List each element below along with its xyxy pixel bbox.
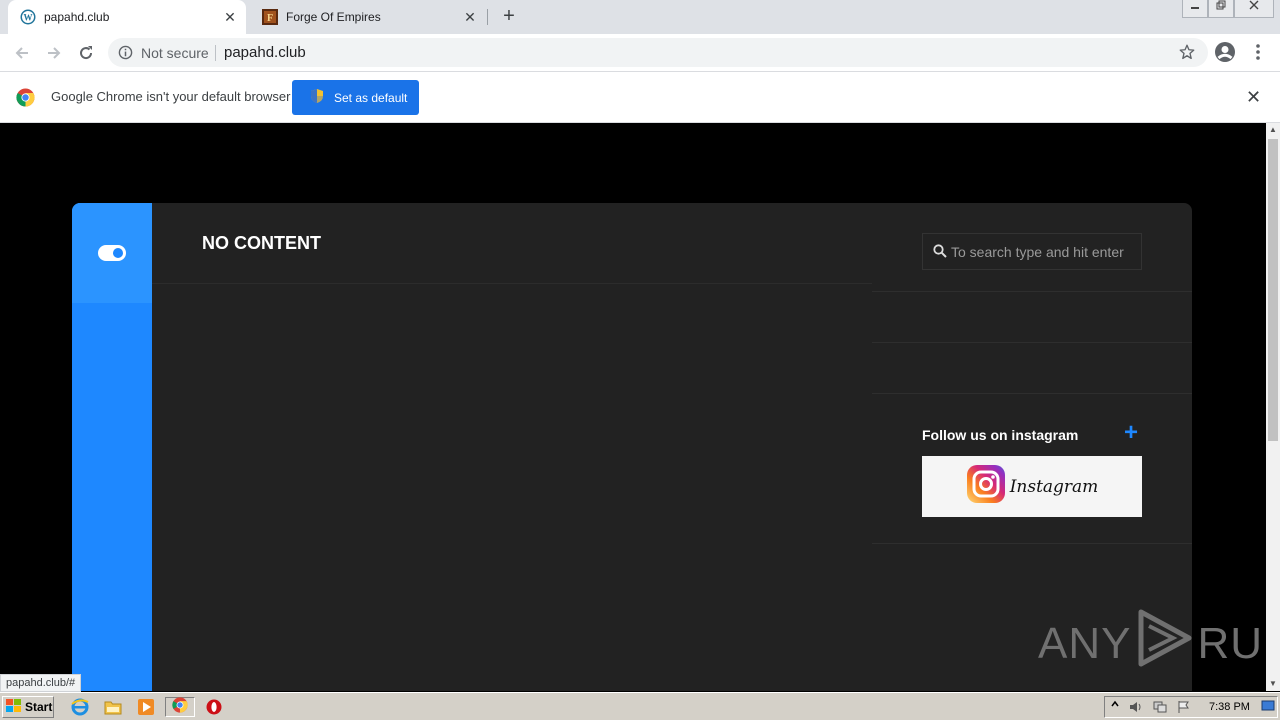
instagram-wordmark: Instagram bbox=[1009, 476, 1099, 497]
instagram-logo-icon bbox=[966, 464, 1006, 509]
back-button[interactable] bbox=[10, 41, 34, 65]
new-tab-button[interactable]: + bbox=[498, 5, 520, 27]
site-card: NO CONTENT Follow us on instagram + bbox=[72, 203, 1192, 691]
watermark-right: RUN bbox=[1197, 618, 1266, 668]
theme-toggle-area[interactable] bbox=[72, 203, 152, 303]
tab-close-icon[interactable]: ✕ bbox=[222, 9, 238, 25]
instagram-banner[interactable]: Instagram bbox=[922, 456, 1142, 517]
svg-text:W: W bbox=[24, 13, 33, 23]
scroll-down-arrow-icon[interactable]: ▼ bbox=[1266, 677, 1280, 691]
reload-button[interactable] bbox=[74, 41, 98, 65]
sidebar-divider bbox=[872, 543, 1192, 544]
omnibox-divider bbox=[215, 45, 216, 61]
start-button[interactable]: Start bbox=[2, 696, 54, 718]
windows-taskbar: Start 7:38 PM bbox=[0, 692, 1280, 720]
chrome-icon bbox=[172, 696, 188, 718]
minimize-button[interactable] bbox=[1182, 0, 1208, 18]
anyrun-watermark: ANY RUN bbox=[1038, 608, 1266, 679]
set-as-default-button[interactable]: Set as default bbox=[292, 80, 419, 115]
start-label: Start bbox=[25, 700, 53, 714]
arrow-right-icon bbox=[48, 47, 61, 59]
system-tray: 7:38 PM bbox=[1104, 696, 1278, 718]
security-label[interactable]: Not secure bbox=[141, 45, 209, 61]
search-icon bbox=[933, 244, 947, 263]
infobar-message: Google Chrome isn't your default browser bbox=[51, 89, 291, 104]
internet-explorer-icon[interactable] bbox=[70, 697, 90, 717]
tab-forge-of-empires[interactable]: F Forge Of Empires ✕ bbox=[250, 0, 486, 34]
forge-of-empires-icon: F bbox=[262, 9, 278, 25]
url-text[interactable]: papahd.club bbox=[224, 44, 306, 61]
bookmark-star-icon[interactable] bbox=[1178, 43, 1196, 66]
tab-papahd[interactable]: W papahd.club ✕ bbox=[8, 0, 246, 34]
status-bubble: papahd.club/# bbox=[0, 674, 82, 692]
scroll-up-arrow-icon[interactable]: ▲ bbox=[1266, 123, 1280, 137]
svg-text:F: F bbox=[267, 13, 273, 24]
address-bar[interactable]: Not secure papahd.club bbox=[108, 38, 1208, 67]
set-as-default-label: Set as default bbox=[334, 90, 408, 105]
tab-close-icon[interactable]: ✕ bbox=[462, 9, 478, 25]
opera-icon[interactable] bbox=[204, 697, 224, 717]
arrow-left-icon bbox=[15, 47, 28, 59]
windows-logo-icon bbox=[6, 698, 22, 716]
show-desktop-icon[interactable] bbox=[1261, 700, 1275, 715]
search-input[interactable] bbox=[951, 242, 1136, 262]
tray-expand-icon[interactable] bbox=[1111, 700, 1119, 713]
search-widget[interactable] bbox=[922, 233, 1142, 270]
volume-icon[interactable] bbox=[1129, 700, 1143, 717]
profile-avatar-icon[interactable] bbox=[1214, 41, 1236, 68]
content-divider bbox=[152, 283, 872, 284]
tab-title: papahd.club bbox=[44, 10, 110, 24]
taskbar-clock[interactable]: 7:38 PM bbox=[1209, 701, 1250, 713]
page-title: NO CONTENT bbox=[202, 233, 321, 253]
instagram-widget-title: Follow us on instagram bbox=[922, 427, 1079, 443]
toggle-switch-icon[interactable] bbox=[98, 245, 126, 261]
window-close-button[interactable] bbox=[1234, 0, 1274, 18]
sidebar-divider bbox=[872, 393, 1192, 394]
watermark-left: ANY bbox=[1038, 618, 1132, 668]
tab-title: Forge Of Empires bbox=[286, 10, 381, 24]
kebab-menu-icon[interactable] bbox=[1250, 41, 1266, 68]
info-icon[interactable] bbox=[118, 45, 133, 65]
network-icon[interactable] bbox=[1153, 700, 1167, 717]
chrome-icon bbox=[16, 88, 35, 112]
action-center-flag-icon[interactable] bbox=[1177, 700, 1191, 717]
restore-button[interactable] bbox=[1208, 0, 1234, 18]
plus-icon[interactable]: + bbox=[1124, 421, 1138, 445]
default-browser-infobar: Google Chrome isn't your default browser… bbox=[0, 72, 1280, 123]
folder-icon[interactable] bbox=[103, 697, 123, 717]
restore-icon bbox=[1216, 0, 1226, 10]
reload-icon bbox=[80, 46, 93, 60]
play-logo-icon bbox=[1135, 608, 1193, 679]
tab-strip: W papahd.club ✕ F Forge Of Empires ✕ + bbox=[0, 0, 1280, 34]
infobar-close-icon[interactable]: ✕ bbox=[1246, 87, 1261, 108]
shield-icon bbox=[310, 88, 324, 107]
web-page: NO CONTENT Follow us on instagram + bbox=[0, 123, 1266, 691]
left-sidebar bbox=[72, 203, 152, 691]
sidebar-divider bbox=[872, 291, 1192, 292]
wordpress-icon: W bbox=[20, 9, 36, 25]
sidebar-divider bbox=[872, 342, 1192, 343]
tab-separator bbox=[487, 9, 488, 25]
chrome-taskbar-button[interactable] bbox=[165, 696, 195, 718]
close-icon bbox=[1249, 0, 1259, 10]
forward-button[interactable] bbox=[42, 41, 66, 65]
minimize-icon bbox=[1191, 7, 1199, 9]
media-player-icon[interactable] bbox=[136, 697, 156, 717]
scroll-thumb[interactable] bbox=[1268, 139, 1278, 441]
browser-toolbar: Not secure papahd.club bbox=[0, 34, 1280, 72]
vertical-scrollbar[interactable]: ▲ ▼ bbox=[1266, 123, 1280, 691]
